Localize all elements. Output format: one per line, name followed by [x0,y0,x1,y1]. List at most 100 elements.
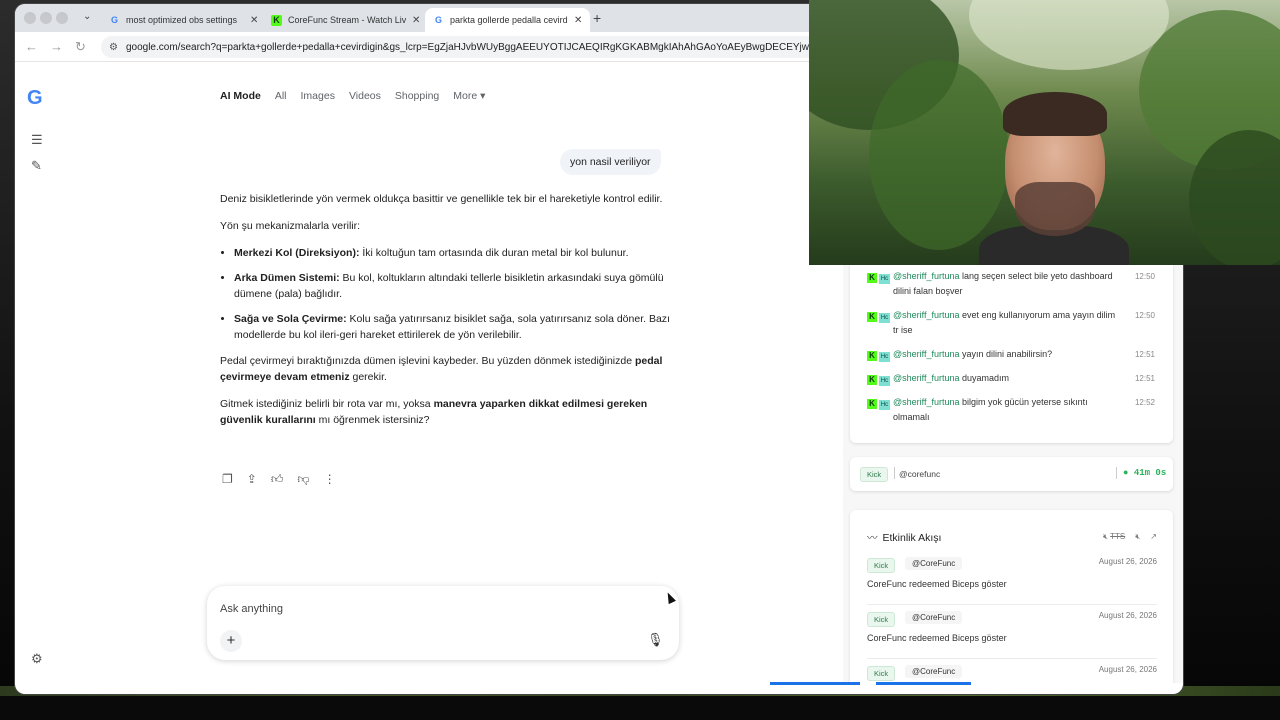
google-icon: G [110,15,118,25]
ask-input[interactable]: Ask anything [220,603,283,615]
ai-answer: Deniz bisikletlerinde yön vermek oldukça… [220,191,670,439]
search-mode-nav: AI Mode All Images Videos Shopping More … [220,90,485,102]
webcam-overlay [809,0,1280,265]
event-user: @CoreFunc [905,611,963,624]
divider [894,467,895,479]
share-icon[interactable]: ⇪ [247,472,257,487]
more-options-icon[interactable]: ⋮ [324,472,336,487]
tab-active-search[interactable]: G parkta gollerde pedalla cevirdigin ✕ [425,8,591,32]
answer-text: Pedal çevirmeyi bıraktığınızda dümen işl… [220,355,635,367]
chat-username[interactable]: @sheriff_furtuna [893,349,960,359]
nav-more[interactable]: More ▾ [453,90,485,102]
answer-text: mı öğrenmek istersiniz? [315,414,430,426]
zoom-window-button[interactable] [56,12,68,24]
kick-icon: K [867,312,877,322]
settings-gear-icon[interactable]: ⚙ [31,651,43,667]
stream-dashboard-panel: K Hc @sheriff_furtuna lang seçen select bi… [843,265,1183,683]
user-query-bubble: yon nasil veriliyor [560,149,661,175]
event-description: CoreFunc redeemed Biceps göster [867,579,1007,589]
nav-ai-mode[interactable]: AI Mode [220,90,261,102]
tab-corefunc-stream[interactable]: K CoreFunc Stream - Watch Live ✕ [263,8,428,32]
activity-event: Kick @CoreFunc August 26, 2026 CoreFunc … [867,609,1157,659]
forward-arrow-icon[interactable]: → [50,39,63,54]
tab-title: parkta gollerde pedalla cevirdigin [450,15,568,25]
platform-badge: Kick [860,467,889,482]
tab-obs-settings[interactable]: G most optimized obs settings ✕ [101,8,266,32]
nav-all[interactable]: All [275,90,287,102]
mute-alerts-icon[interactable]: 🔇︎ [1135,532,1140,542]
activity-event: Kick @CoreFunc August 26, 2026 [867,663,1157,683]
tab-title: CoreFunc Stream - Watch Live [288,15,406,25]
chat-username[interactable]: @sheriff_furtuna [893,310,960,320]
back-arrow-icon[interactable]: ← [25,39,38,54]
thumbs-up-icon[interactable]: 👍︎ [271,472,284,487]
answer-list: Merkezi Kol (Direksiyon): İki koltuğun t… [234,245,670,343]
chat-card: K Hc @sheriff_furtuna lang seçen select bi… [850,265,1173,443]
list-item: Arka Dümen Sistemi: Bu kol, koltukların … [234,270,670,302]
nav-videos[interactable]: Videos [349,90,381,102]
divider [1116,467,1117,479]
taskbar-indicator [770,682,860,685]
caret-down-icon: ▾ [480,90,486,102]
minimize-window-button[interactable] [40,12,52,24]
add-attachment-button[interactable]: + [220,630,242,652]
badge-icon: Hc [879,274,890,284]
reload-icon[interactable]: ↻ [75,39,86,55]
tab-search-chevron-icon[interactable]: ⌄ [83,11,91,22]
ask-input-box[interactable]: Ask anything + 🎙︎ [207,586,679,660]
nav-more-label: More [453,90,478,102]
activity-icon: 〰 [867,532,878,544]
badge-icon: Hc [879,376,890,386]
url-text: google.com/search?q=parkta+gollerde+peda… [125,41,817,53]
answer-text: Gitmek istediğiniz belirli bir rota var … [220,398,434,410]
copy-icon[interactable]: ❐ [222,472,233,487]
nav-images[interactable]: Images [301,90,335,102]
event-user: @CoreFunc [905,665,963,678]
chat-time: 12:50 [1134,272,1155,281]
mute-tts-button[interactable]: 🔇︎ TTS [1103,532,1125,542]
event-date: August 26, 2026 [1098,557,1157,566]
foliage-shape [869,60,1009,250]
site-settings-icon[interactable]: ⚙ [109,42,118,53]
close-tab-icon[interactable]: ✕ [574,15,582,26]
microphone-icon[interactable]: 🎙︎ [647,632,664,648]
answer-paragraph: Yön şu mekanizmalarla verilir: [220,220,361,232]
menu-icon[interactable]: ☰ [31,132,43,148]
badge-icon: Hc [879,313,890,323]
open-external-icon[interactable]: ↗ [1150,532,1157,542]
chat-time: 12:51 [1134,350,1155,359]
chat-username[interactable]: @sheriff_furtuna [893,271,960,281]
google-icon: G [434,15,442,25]
chat-username[interactable]: @sheriff_furtuna [893,373,960,383]
close-tab-icon[interactable]: ✕ [250,15,258,26]
platform-badge: Kick [867,558,896,573]
thumbs-down-icon[interactable]: 👎︎ [297,472,309,487]
nav-shopping[interactable]: Shopping [395,90,439,102]
chat-time: 12:52 [1134,398,1155,407]
list-item-bold: Merkezi Kol (Direksiyon): [234,247,360,259]
google-logo-icon[interactable]: G [27,88,47,108]
event-date: August 26, 2026 [1098,611,1157,620]
activity-event: Kick @CoreFunc August 26, 2026 CoreFunc … [867,555,1157,605]
chat-username[interactable]: @sheriff_furtuna [893,397,960,407]
new-chat-icon[interactable]: ✎ [31,158,42,174]
close-window-button[interactable] [24,12,36,24]
stream-status-card: Kick @corefunc ● 41m 0s [850,457,1173,491]
platform-badge: Kick [867,612,896,627]
close-tab-icon[interactable]: ✕ [412,15,420,26]
list-item-text: İki koltuğun tam ortasında dik duran met… [359,247,629,259]
live-uptime: ● 41m 0s [1123,468,1166,478]
person-hair [1003,92,1107,136]
answer-paragraph: Gitmek istediğiniz belirli bir rota var … [220,396,670,428]
activity-controls: 🔇︎ TTS 🔇︎ ↗ [1103,532,1157,542]
answer-actions: ❐ ⇪ 👍︎ 👎︎ ⋮ [222,472,336,487]
new-tab-button[interactable]: + [593,10,601,26]
taskbar-indicator [876,682,971,685]
activity-feed-card: 〰 Etkinlik Akışı 🔇︎ TTS 🔇︎ ↗ Kick @CoreFu… [850,510,1173,683]
event-user: @CoreFunc [905,557,963,570]
chat-time: 12:50 [1134,311,1155,320]
tts-label: TTS [1110,532,1126,541]
list-item-bold: Sağa ve Sola Çevirme: [234,313,347,325]
uptime-value: 41m 0s [1133,468,1167,478]
chat-message: K Hc @sheriff_furtuna bilgim yok gücün yet… [867,395,1167,425]
